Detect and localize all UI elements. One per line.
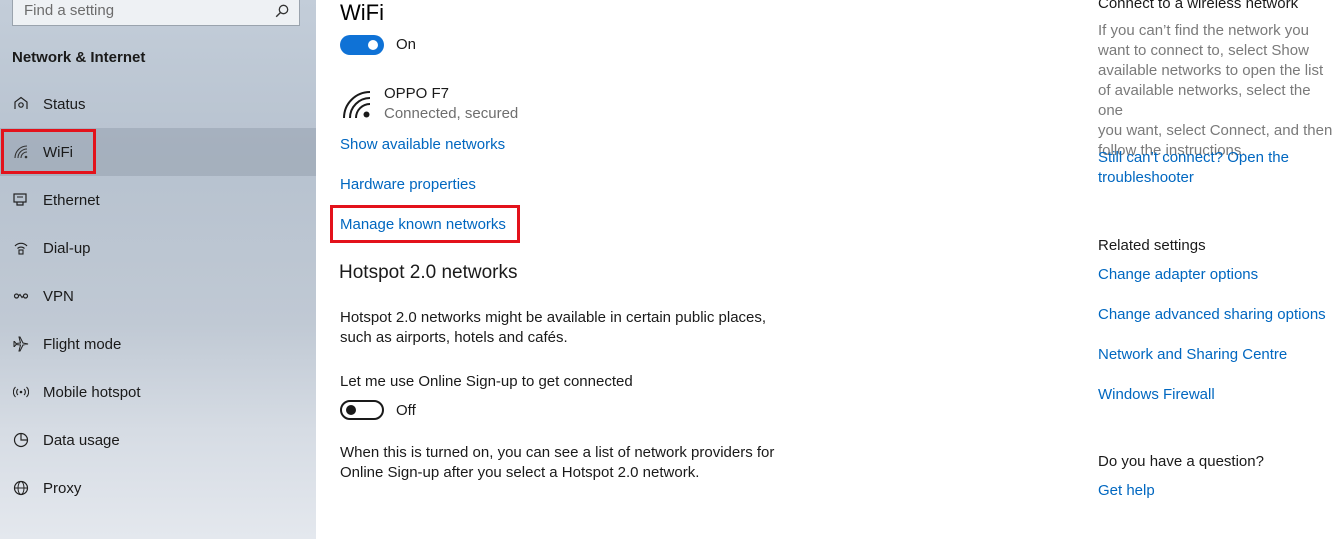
sidebar-item-flight-mode[interactable]: Flight mode [0, 320, 316, 368]
connect-help-line: want to connect to, select Show [1098, 42, 1309, 59]
hotspot-heading: Hotspot 2.0 networks [339, 262, 518, 283]
sidebar-item-vpn[interactable]: VPN [0, 272, 316, 320]
sidebar-item-label: Proxy [43, 479, 82, 497]
sidebar-item-label: Flight mode [43, 335, 122, 353]
vpn-icon [12, 287, 30, 305]
search-input[interactable]: Find a setting [12, 0, 300, 26]
toggle-knob [368, 40, 378, 50]
signup-note-line1: When this is turned on, you can see a li… [340, 444, 775, 461]
home-status-icon [12, 95, 30, 113]
network-sharing-centre-link[interactable]: Network and Sharing Centre [1098, 345, 1287, 365]
search-icon[interactable] [275, 4, 289, 18]
wifi-toggle[interactable] [340, 35, 384, 55]
troubleshooter-link-line: troubleshooter [1098, 169, 1194, 186]
sidebar-item-label: Ethernet [43, 191, 100, 209]
question-heading: Do you have a question? [1098, 453, 1264, 470]
sidebar-item-label: VPN [43, 287, 74, 305]
hardware-properties-link[interactable]: Hardware properties [340, 176, 476, 193]
dial-up-icon [12, 239, 30, 257]
related-panel: Connect to a wireless network If you can… [1098, 0, 1337, 539]
signup-toggle-label: Off [396, 402, 416, 419]
get-help-link[interactable]: Get help [1098, 481, 1155, 501]
connect-help-line: you want, select Connect, and then [1098, 122, 1333, 139]
data-usage-icon [12, 431, 30, 449]
sidebar-item-wifi[interactable]: WiFi [0, 128, 316, 176]
connect-help-text: If you can’t find the network you want t… [1098, 21, 1337, 161]
signup-note-line2: Online Sign-up after you select a Hotspo… [340, 464, 700, 481]
connect-help-line: of available networks, select the one [1098, 82, 1311, 119]
sidebar: Find a setting Network & Internet Status… [0, 0, 316, 539]
manage-known-networks-link[interactable]: Manage known networks [340, 216, 506, 233]
connect-heading: Connect to a wireless network [1098, 0, 1299, 12]
sidebar-item-ethernet[interactable]: Ethernet [0, 176, 316, 224]
sidebar-item-label: Status [43, 95, 86, 113]
wifi-signal-icon[interactable] [342, 90, 372, 120]
sidebar-item-mobile-hotspot[interactable]: Mobile hotspot [0, 368, 316, 416]
hotspot-description-line2: such as airports, hotels and cafés. [340, 329, 568, 346]
connect-help-line: If you can’t find the network you [1098, 22, 1309, 39]
troubleshooter-link[interactable]: Still can’t connect? Open the troublesho… [1098, 148, 1289, 188]
online-signup-toggle[interactable] [340, 400, 384, 420]
sidebar-item-label: Mobile hotspot [43, 383, 141, 401]
main-content: WiFi On OPPO F7 Connected, secured Show … [316, 0, 1076, 539]
hotspot-description-line1: Hotspot 2.0 networks might be available … [340, 309, 767, 326]
sidebar-item-dial-up[interactable]: Dial-up [0, 224, 316, 272]
change-adapter-options-link[interactable]: Change adapter options [1098, 265, 1258, 285]
sidebar-item-status[interactable]: Status [0, 80, 316, 128]
sidebar-item-data-usage[interactable]: Data usage [0, 416, 316, 464]
troubleshooter-link-line: Still can’t connect? Open the [1098, 149, 1289, 166]
toggle-knob [346, 405, 356, 415]
sidebar-item-label: Data usage [43, 431, 120, 449]
change-advanced-sharing-link[interactable]: Change advanced sharing options [1098, 305, 1326, 325]
ethernet-icon [12, 191, 30, 209]
search-placeholder: Find a setting [24, 1, 115, 19]
section-title: Network & Internet [12, 49, 146, 66]
related-settings-heading: Related settings [1098, 237, 1206, 254]
airplane-icon [12, 335, 30, 353]
sidebar-item-label: Dial-up [43, 239, 91, 257]
wifi-toggle-label: On [396, 36, 417, 53]
network-status: Connected, secured [384, 105, 519, 122]
windows-firewall-link[interactable]: Windows Firewall [1098, 385, 1215, 405]
sidebar-item-proxy[interactable]: Proxy [0, 464, 316, 512]
wifi-icon [12, 143, 30, 161]
show-available-networks-link[interactable]: Show available networks [340, 136, 505, 153]
page-title: WiFi [340, 0, 384, 25]
hotspot-icon [12, 383, 30, 401]
signup-label: Let me use Online Sign-up to get connect… [340, 373, 633, 390]
connect-help-line: available networks to open the list [1098, 62, 1324, 79]
sidebar-item-label: WiFi [43, 143, 73, 161]
globe-icon [12, 479, 30, 497]
network-name[interactable]: OPPO F7 [384, 85, 449, 102]
